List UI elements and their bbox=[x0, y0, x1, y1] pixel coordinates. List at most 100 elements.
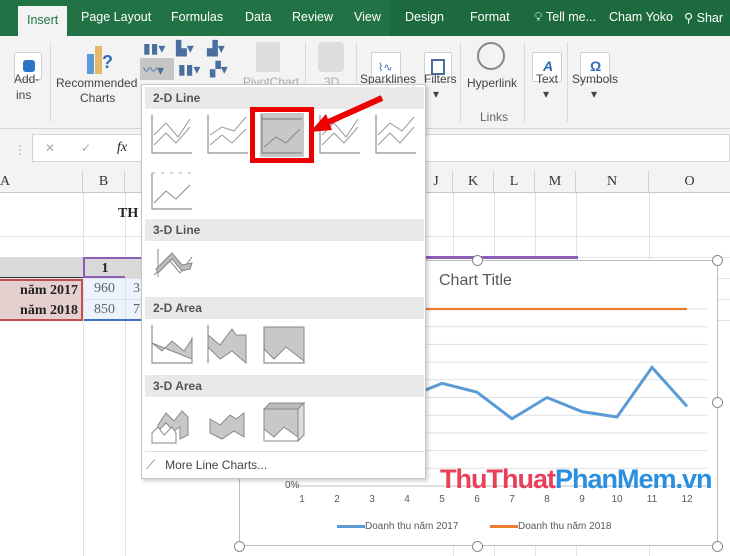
y-tick-label: 0% bbox=[285, 480, 300, 491]
x-tick-label: 4 bbox=[404, 494, 410, 505]
tell-me-label: Tell me... bbox=[546, 10, 597, 24]
waterfall-chart-icon[interactable]: ▟▾ bbox=[207, 40, 225, 57]
header-cell-a[interactable] bbox=[0, 257, 83, 278]
tab-view[interactable]: View bbox=[354, 10, 381, 24]
more-line-charts-item[interactable]: ⟋ More Line Charts... bbox=[146, 457, 267, 473]
3d-stacked-area-option[interactable] bbox=[206, 401, 250, 445]
tab-insert[interactable]: Insert bbox=[18, 6, 68, 36]
3d-100-percent-stacked-area-option[interactable] bbox=[262, 401, 306, 445]
column-chart-icon[interactable]: ▮▮▾ bbox=[143, 40, 165, 57]
tab-data[interactable]: Data bbox=[245, 10, 271, 24]
x-tick-label: 2 bbox=[334, 494, 340, 505]
resize-handle[interactable] bbox=[712, 397, 723, 408]
resize-handle[interactable] bbox=[712, 255, 723, 266]
symbols-dropdown-icon[interactable]: ▾ bbox=[591, 87, 597, 101]
watermark-part2: PhanMem bbox=[554, 464, 677, 494]
recommended-charts-button[interactable]: Recommended bbox=[56, 76, 137, 90]
insert-function-icon[interactable]: fx bbox=[117, 140, 127, 156]
combo-chart-icon[interactable]: ▞▾ bbox=[210, 61, 228, 78]
divider bbox=[145, 451, 424, 452]
filters-button[interactable]: Filters bbox=[424, 72, 457, 86]
tab-design[interactable]: Design bbox=[405, 10, 444, 24]
filters-dropdown-icon[interactable]: ▾ bbox=[433, 87, 439, 101]
enter-icon[interactable]: ✓ bbox=[81, 141, 91, 155]
person-add-icon: ⚲ bbox=[684, 11, 694, 25]
tell-me-search[interactable]: 💡︎ Tell me... bbox=[534, 10, 596, 25]
column-header-b[interactable]: B bbox=[83, 171, 125, 193]
section-2d-area: 2-D Area bbox=[145, 297, 424, 319]
row1-label: năm 2017 bbox=[20, 283, 78, 298]
column-header-n[interactable]: N bbox=[576, 171, 649, 193]
divider bbox=[50, 42, 51, 122]
column-header-m[interactable]: M bbox=[535, 171, 576, 193]
text-button[interactable]: Text bbox=[536, 72, 558, 86]
3d-map-button[interactable]: 3D bbox=[324, 75, 339, 84]
tab-formulas[interactable]: Formulas bbox=[171, 10, 223, 24]
cancel-icon[interactable]: ✕ bbox=[45, 141, 55, 155]
hyperlink-icon bbox=[477, 42, 505, 70]
symbols-button[interactable]: Symbols bbox=[572, 72, 618, 86]
x-tick-label: 8 bbox=[544, 494, 550, 505]
x-tick-label: 10 bbox=[611, 494, 623, 505]
statistic-chart-icon[interactable]: ▮▮▾ bbox=[178, 61, 200, 78]
watermark-part1: ThuThuat bbox=[440, 464, 556, 494]
ribbon-tabs: Insert Page Layout Formulas Data Review … bbox=[0, 0, 730, 36]
tab-page-layout[interactable]: Page Layout bbox=[81, 10, 151, 24]
series-label-range[interactable]: năm 2017 năm 2018 bbox=[0, 279, 83, 321]
column-header-k[interactable]: K bbox=[453, 171, 494, 193]
watermark-part3: .vn bbox=[675, 464, 713, 494]
line-chart-small-icon: ⟋ bbox=[146, 457, 156, 472]
stacked-area-option[interactable] bbox=[206, 323, 250, 367]
share-label: Shar bbox=[696, 11, 724, 25]
3d-area-option[interactable] bbox=[150, 401, 194, 445]
tab-format[interactable]: Format bbox=[470, 10, 510, 24]
pivotchart-button[interactable]: PivotChart bbox=[243, 75, 299, 84]
header-cell-1[interactable]: 1 bbox=[83, 257, 125, 278]
addins-button[interactable]: Add- bbox=[14, 72, 39, 86]
column-header-l[interactable]: L bbox=[494, 171, 535, 193]
hierarchy-chart-icon[interactable]: ▙▾ bbox=[176, 40, 194, 57]
tab-review[interactable]: Review bbox=[292, 10, 333, 24]
x-tick-label: 3 bbox=[369, 494, 375, 505]
3d-line-option[interactable] bbox=[150, 245, 194, 289]
recommended-charts-icon: ? bbox=[85, 44, 113, 74]
category-range-border bbox=[426, 256, 578, 259]
recommended-charts-label2: Charts bbox=[80, 91, 116, 105]
data-range-highlight bbox=[84, 278, 144, 321]
legend-label-2017: Doanh thu năm 2017 bbox=[365, 521, 459, 532]
resize-handle[interactable] bbox=[234, 541, 245, 552]
resize-handle[interactable] bbox=[472, 255, 483, 266]
column-header-o[interactable]: O bbox=[649, 171, 730, 193]
line-chart-gallery-menu: 2-D Line 3-D Line 2-D Area 3-D Area ⟋ Mor… bbox=[141, 84, 426, 479]
legend-item-2017[interactable]: Doanh thu năm 2017 bbox=[337, 521, 458, 532]
column-header-a[interactable]: A bbox=[0, 171, 83, 193]
text-dropdown-icon[interactable]: ▾ bbox=[543, 87, 549, 101]
100-percent-stacked-markers-option[interactable] bbox=[150, 169, 194, 213]
legend-swatch-2017 bbox=[337, 525, 365, 528]
sparklines-button[interactable]: Sparklines bbox=[360, 72, 416, 84]
area-option[interactable] bbox=[150, 323, 194, 367]
pivotchart-icon bbox=[256, 42, 280, 72]
100-percent-stacked-line-option[interactable] bbox=[260, 113, 304, 157]
addins-label2: ins bbox=[16, 88, 32, 102]
resize-handle[interactable] bbox=[472, 541, 483, 552]
legend-label-2018: Doanh thu năm 2018 bbox=[518, 521, 612, 532]
sheet-title-cell[interactable]: TH bbox=[118, 204, 138, 224]
100-percent-stacked-area-option[interactable] bbox=[262, 323, 306, 367]
share-button[interactable]: ⚲ Shar bbox=[684, 10, 723, 25]
x-tick-label: 1 bbox=[299, 494, 305, 505]
lightbulb-icon: 💡︎ bbox=[534, 10, 543, 24]
legend-item-2018[interactable]: Doanh thu năm 2018 bbox=[490, 521, 611, 532]
section-3d-area: 3-D Area bbox=[145, 375, 424, 397]
line-chart-option[interactable] bbox=[150, 113, 194, 157]
resize-handle[interactable] bbox=[712, 541, 723, 552]
divider bbox=[460, 42, 461, 122]
stacked-line-option[interactable] bbox=[206, 113, 250, 157]
user-name[interactable]: Cham Yoko bbox=[609, 10, 673, 24]
x-tick-label: 9 bbox=[579, 494, 585, 505]
row2-label: năm 2018 bbox=[20, 303, 78, 318]
legend-swatch-2018 bbox=[490, 525, 518, 528]
watermark: ThuThuatPhanMem.vn bbox=[440, 464, 713, 495]
line-chart-dropdown-button[interactable]: 〰▾ bbox=[140, 58, 174, 80]
hyperlink-button[interactable]: Hyperlink bbox=[467, 76, 517, 90]
